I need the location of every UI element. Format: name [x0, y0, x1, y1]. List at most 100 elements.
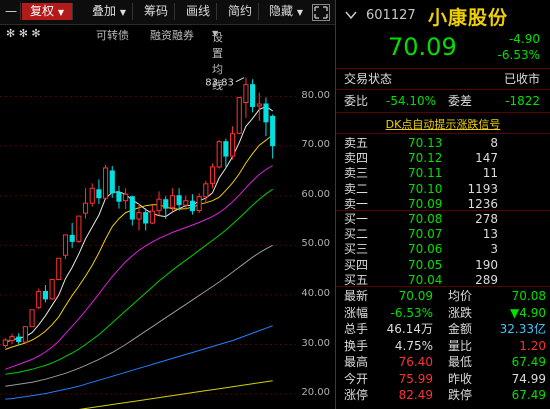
stat-value: 76.40	[398, 355, 433, 369]
order-level-label: 卖三	[344, 166, 369, 181]
sell-order-row[interactable]: 卖三 70.11 11	[336, 166, 550, 181]
order-volume: 278	[475, 212, 498, 226]
stat-value: 67.49	[511, 388, 546, 402]
order-volume: 190	[475, 257, 498, 272]
stat-value: 70.09	[398, 289, 433, 303]
order-volume: 147	[475, 151, 498, 166]
stat-value: 75.99	[398, 371, 433, 386]
divider	[336, 68, 550, 69]
stats-row: 涨停 82.49 跌停 67.49	[336, 388, 550, 403]
stat-value: 1.20	[519, 338, 546, 353]
stat-label: 最低	[448, 355, 473, 369]
stats-row: 涨幅 -6.53% 涨跌 ▼4.90	[336, 306, 550, 321]
sell-order-row[interactable]: 卖五 70.13 8	[336, 136, 550, 151]
candle-body	[176, 195, 182, 206]
kline-chart[interactable]: 83.83	[0, 0, 335, 409]
order-ratio-value: -54.10%	[386, 94, 437, 108]
divider	[336, 210, 550, 211]
y-axis-tick-label: 70.00	[301, 139, 330, 151]
dk-signal-link[interactable]: DK点自动提示涨跌信号	[336, 116, 550, 131]
order-volume: 3	[490, 242, 498, 257]
divider	[336, 133, 550, 134]
candle-body	[216, 141, 222, 168]
y-axis-tick-label: 30.00	[301, 337, 330, 349]
candle-body	[183, 200, 189, 206]
order-price: 70.08	[408, 212, 443, 226]
order-diff-value: -1822	[505, 94, 540, 108]
candle-body	[69, 234, 75, 242]
order-price: 70.06	[408, 242, 443, 257]
order-level-label: 买四	[344, 257, 369, 272]
stat-label: 最新	[344, 289, 369, 303]
candle-body	[16, 336, 22, 343]
candle-body	[163, 199, 169, 209]
stat-label: 金额	[448, 322, 473, 336]
price-change-pct: -6.53%	[497, 48, 540, 62]
divider	[336, 89, 550, 90]
y-axis-tick-label: 80.00	[301, 89, 330, 101]
buy-order-row[interactable]: 买一 70.08 278	[336, 212, 550, 227]
stats-row: 最高 76.40 最低 67.49	[336, 355, 550, 370]
y-axis-tick-label: 40.00	[301, 287, 330, 299]
order-price: 70.05	[408, 257, 443, 272]
stat-label: 量比	[448, 338, 473, 353]
order-volume: 11	[482, 166, 498, 181]
candle-body	[223, 141, 229, 157]
candle-body	[56, 257, 62, 281]
candle-body	[82, 202, 89, 214]
order-ratio-label: 委比	[344, 94, 369, 108]
buy-order-row[interactable]: 买二 70.07 13	[336, 227, 550, 242]
stat-value: 46.14万	[386, 322, 433, 336]
candle-body	[156, 198, 162, 212]
dropdown-arrow-icon[interactable]	[344, 8, 358, 22]
candle-body	[250, 84, 256, 107]
candle-body	[103, 167, 109, 199]
stat-label: 换手	[344, 338, 369, 353]
stat-label: 总手	[344, 322, 369, 336]
divider	[336, 286, 550, 287]
candle-body	[116, 192, 122, 202]
candle-body	[42, 290, 49, 300]
order-level-label: 卖五	[344, 136, 369, 150]
candle-body	[203, 183, 209, 198]
buy-order-row[interactable]: 买四 70.05 190	[336, 258, 550, 273]
stats-row: 换手 4.75% 量比 1.20	[336, 339, 550, 354]
stat-value: ▼4.90	[510, 305, 546, 320]
candle-body	[96, 189, 102, 199]
order-level-label: 卖四	[344, 151, 369, 166]
buy-order-row[interactable]: 买三 70.06 3	[336, 242, 550, 257]
y-axis-tick-label: 50.00	[301, 238, 330, 250]
order-volume: 13	[482, 227, 498, 242]
order-level-label: 卖二	[344, 181, 369, 196]
moving-average-line	[5, 325, 273, 400]
moving-average-line	[78, 380, 273, 409]
stats-row: 总手 46.14万 金额 32.33亿	[336, 322, 550, 337]
moving-average-line	[5, 134, 274, 350]
stat-value: 32.33亿	[499, 322, 546, 336]
order-price: 70.10	[408, 181, 443, 196]
sell-order-row[interactable]: 卖四 70.12 147	[336, 151, 550, 166]
candle-body	[169, 195, 175, 209]
order-level-label: 买二	[344, 227, 369, 242]
stat-value: -6.53%	[390, 305, 433, 320]
candle-body	[9, 336, 15, 342]
stat-value: 67.49	[511, 355, 546, 369]
stat-label: 涨停	[344, 388, 369, 402]
divider	[336, 112, 550, 113]
stat-label: 涨幅	[344, 305, 369, 320]
sell-order-row[interactable]: 卖二 70.10 1193	[336, 182, 550, 197]
candle-body	[89, 187, 95, 204]
candle-body	[196, 196, 202, 212]
stat-label: 昨收	[448, 371, 473, 386]
stats-row: 今开 75.99 昨收 74.99	[336, 372, 550, 387]
stat-label: 今开	[344, 371, 369, 386]
candle-body	[236, 97, 242, 134]
candle-body	[123, 193, 129, 202]
order-level-label: 买三	[344, 242, 369, 257]
candle-body	[62, 234, 69, 256]
stock-name: 小康股份	[428, 7, 509, 29]
high-price-pointer	[235, 77, 245, 83]
candle-body	[209, 166, 216, 184]
current-price: 70.09	[388, 33, 457, 61]
candle-body	[136, 212, 142, 220]
